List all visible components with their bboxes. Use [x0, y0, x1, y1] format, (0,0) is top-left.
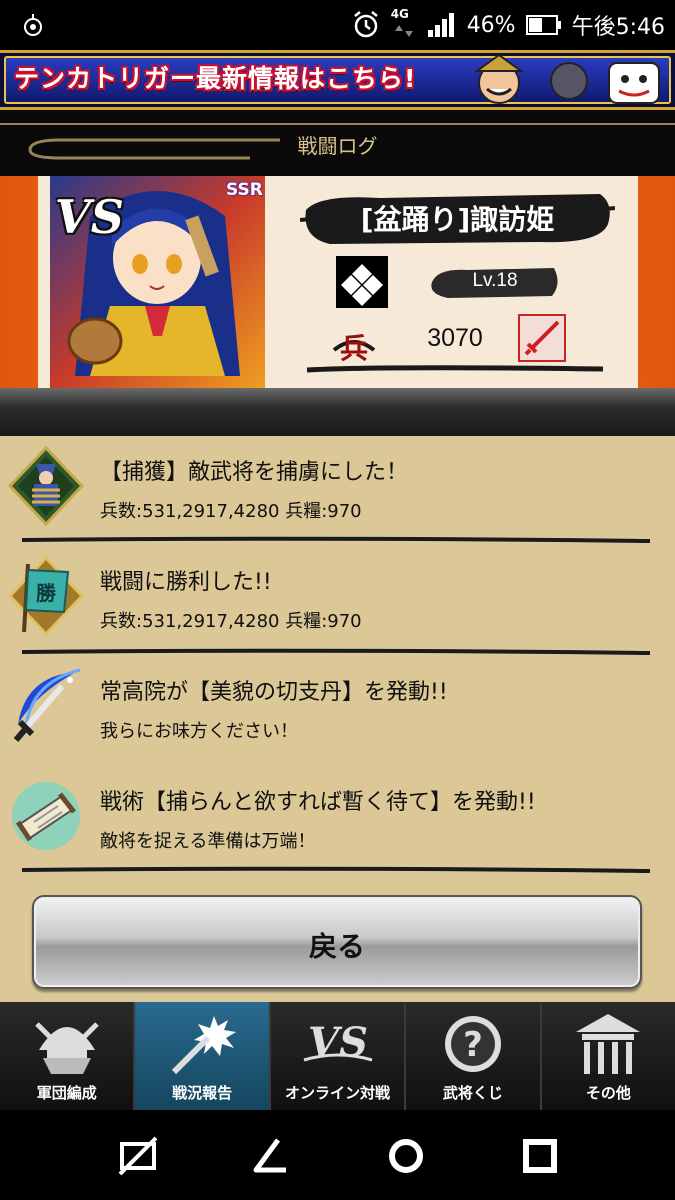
- log-entry-title: 戦術【捕らんと欲すれば暫く待て】を発動!!: [100, 790, 536, 815]
- nav-item-label: オンライン対戦: [285, 1084, 391, 1102]
- log-entry-detail: 兵数:531,2917,4280 兵糧:970: [100, 611, 362, 632]
- character-name: [盆踊り]諏訪姫: [360, 203, 555, 236]
- log-entry-detail: 我らにお味方ください！: [100, 721, 298, 742]
- troops-icon-char: 兵: [340, 332, 368, 365]
- signal-icon: [427, 13, 454, 37]
- log-entry-title: 常高院が【美貌の切支丹】を発動!!: [100, 680, 448, 705]
- nav-item-online-battle[interactable]: VS オンライン対戦: [270, 1002, 407, 1110]
- game-bottom-nav: 軍団編成 戦況報告 VS オンライン対戦 ? 武将くじ その他: [0, 1002, 675, 1110]
- back-icon[interactable]: [248, 1134, 292, 1178]
- system-nav-bar: [0, 1110, 675, 1200]
- recent-apps-icon[interactable]: [518, 1134, 562, 1178]
- captured-soldier-icon: [7, 446, 85, 526]
- data-arrows-icon: [394, 25, 413, 37]
- nav-item-other[interactable]: その他: [541, 1002, 675, 1110]
- gate-icon: [576, 1014, 641, 1074]
- log-entry: 勝 戦闘に勝利した!! 兵数:531,2917,4280 兵糧:970: [0, 550, 675, 658]
- entry-divider: [21, 536, 651, 543]
- log-entry: 戦術【捕らんと欲すれば暫く待て】を発動!! 敵将を捉える準備は万端！: [0, 770, 675, 878]
- nav-item-label: 戦況報告: [172, 1084, 233, 1102]
- network-indicator: 4G: [390, 7, 417, 41]
- weapon-burst-icon: [171, 1016, 237, 1075]
- banner-text: テンカトリガー最新情報はこちら!: [14, 64, 417, 93]
- question-icon: ?: [444, 1016, 501, 1072]
- troop-count: 3070: [427, 324, 483, 352]
- svg-text:VS: VS: [308, 1019, 368, 1066]
- helmet-icon: [34, 1022, 99, 1074]
- log-entry-detail: 兵数:531,2917,4280 兵糧:970: [100, 501, 362, 522]
- log-entry-title: 【捕獲】敵武将を捕虜にした！: [100, 460, 409, 485]
- battle-log-header: 戦闘ログ: [0, 110, 675, 176]
- rarity-badge: SSR: [226, 180, 263, 200]
- scroll-icon: [12, 782, 80, 850]
- vs-mark: VS: [55, 190, 124, 244]
- entry-divider: [21, 866, 651, 873]
- log-entry-title: 戦闘に勝利した!!: [100, 570, 272, 595]
- nav-item-label: 軍団編成: [36, 1084, 97, 1102]
- victory-flag-char: 勝: [36, 581, 57, 605]
- log-entry: 【捕獲】敵武将を捕虜にした！ 兵数:531,2917,4280 兵糧:970: [0, 440, 675, 548]
- sword-crescent-icon: [13, 668, 81, 742]
- nav-item-army[interactable]: 軍団編成: [0, 1002, 136, 1110]
- back-button[interactable]: 戻る: [32, 895, 642, 989]
- banner-characters-art: [473, 55, 660, 104]
- troops-icon: 兵: [332, 332, 376, 365]
- clock: 午後5:46: [571, 15, 665, 40]
- nav-item-label: その他: [585, 1084, 631, 1102]
- svg-text:?: ?: [463, 1025, 483, 1065]
- card-underline: [306, 365, 604, 373]
- home-icon[interactable]: [384, 1134, 428, 1178]
- news-banner[interactable]: テンカトリガー最新情報はこちら!: [0, 50, 675, 110]
- alarm-icon: [353, 11, 378, 38]
- sword-type-icon: [518, 314, 566, 362]
- battery-icon: [525, 15, 561, 35]
- status-bar: 4G 46% 午後5:46: [0, 0, 675, 50]
- nav-item-gacha[interactable]: ? 武将くじ: [406, 1002, 542, 1110]
- vs-icon: VS: [303, 1019, 372, 1066]
- page-title: 戦闘ログ: [297, 134, 378, 158]
- screen-off-icon[interactable]: [116, 1134, 160, 1178]
- network-type: 4G: [390, 7, 409, 21]
- clan-crest-icon: [336, 256, 388, 308]
- card-bottom-bar: [0, 388, 675, 436]
- entry-divider: [21, 648, 651, 655]
- log-entry: 常高院が【美貌の切支丹】を発動!! 我らにお味方ください！: [0, 660, 675, 768]
- character-level: Lv.18: [472, 270, 518, 291]
- victory-flag-icon: 勝: [7, 556, 85, 636]
- back-button-label: 戻る: [308, 930, 365, 963]
- nav-item-label: 武将くじ: [442, 1084, 503, 1102]
- battery-percent: 46%: [466, 12, 516, 38]
- nav-item-battle-report[interactable]: 戦況報告: [135, 1002, 271, 1110]
- notification-app-icon: [24, 14, 42, 36]
- log-entry-detail: 敵将を捉える準備は万端！: [100, 831, 316, 852]
